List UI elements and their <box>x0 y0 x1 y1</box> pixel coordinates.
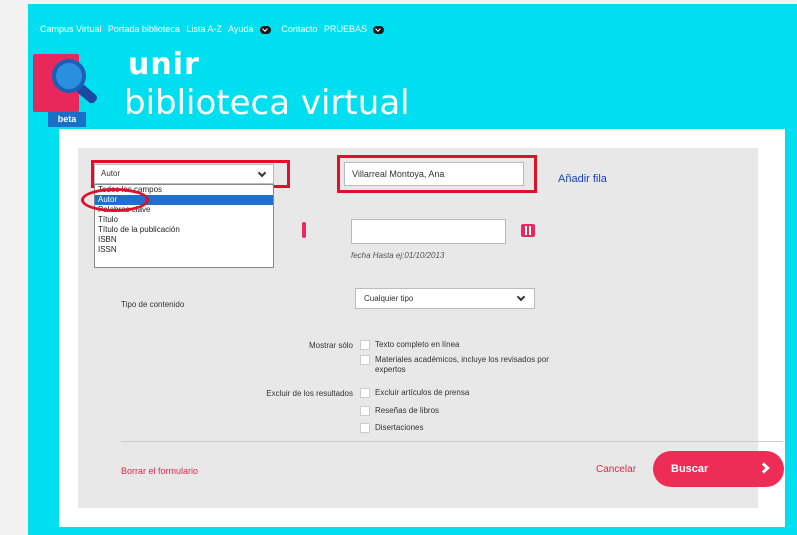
dropdown-option[interactable]: Título <box>95 215 273 225</box>
search-button-label: Buscar <box>671 463 709 475</box>
search-button[interactable]: Buscar <box>653 451 784 487</box>
date-to-input[interactable] <box>351 219 506 244</box>
advanced-search-form: Autor Todos los campos Autor Palabras cl… <box>78 148 784 508</box>
top-navigation: Campus Virtual Portada biblioteca Lista … <box>40 24 392 34</box>
dropdown-option[interactable]: ISSN <box>95 245 273 255</box>
magnifier-icon <box>52 59 86 93</box>
nav-contacto[interactable]: Contacto <box>281 24 317 34</box>
highlight-oval-autor <box>81 188 149 212</box>
content-type-value: Cualquier tipo <box>364 294 414 303</box>
nav-lista-a-z[interactable]: Lista A-Z <box>186 24 222 34</box>
calendar-icon[interactable] <box>521 224 535 237</box>
academic-label: Materiales académicos, incluye los revis… <box>375 355 549 374</box>
form-divider <box>121 441 783 442</box>
nav-portada-biblioteca[interactable]: Portada biblioteca <box>108 24 180 34</box>
dissertations-label: Disertaciones <box>375 423 424 432</box>
nav-pruebas[interactable]: PRUEBAS <box>324 24 389 34</box>
full-text-label: Texto completo en línea <box>375 340 460 349</box>
nav-pruebas-label: PRUEBAS <box>323 24 367 34</box>
book-reviews-label: Reseñas de libros <box>375 406 440 415</box>
chevron-down-icon <box>516 292 526 302</box>
add-row-link[interactable]: Añadir fila <box>558 173 607 185</box>
checkbox-full-text[interactable] <box>360 340 370 350</box>
brand-biblioteca-virtual: biblioteca virtual <box>124 83 410 123</box>
beta-badge: beta <box>48 112 86 127</box>
dropdown-option[interactable]: ISBN <box>95 235 273 245</box>
chevron-down-icon <box>373 25 385 34</box>
content-type-label: Tipo de contenido <box>121 300 185 309</box>
exclude-label: Excluir de los resultados <box>266 389 353 398</box>
clear-form-link[interactable]: Borrar el formulario <box>121 466 198 476</box>
show-only-label: Mostrar sólo <box>308 341 353 350</box>
library-logo[interactable]: beta <box>28 49 99 127</box>
cancel-link[interactable]: Cancelar <box>596 464 636 475</box>
date-hint: fecha Hasta ej:01/10/2013 <box>351 251 445 260</box>
nav-campus-virtual[interactable]: Campus Virtual <box>40 24 101 34</box>
app-window: Campus Virtual Portada biblioteca Lista … <box>28 4 797 535</box>
date-from-calendar-edge <box>302 222 306 238</box>
dropdown-option[interactable]: Título de la publicación <box>95 225 273 235</box>
exclude-press-label: Excluir artículos de prensa <box>375 388 470 397</box>
checkbox-academic[interactable] <box>360 355 370 365</box>
content-type-select[interactable]: Cualquier tipo <box>355 288 535 309</box>
highlight-box-author-input <box>337 155 537 193</box>
nav-ayuda-label: Ayuda <box>228 24 254 34</box>
checkbox-exclude-press[interactable] <box>360 388 370 398</box>
nav-ayuda[interactable]: Ayuda <box>228 24 275 34</box>
chevron-right-icon <box>758 462 770 474</box>
chevron-down-icon <box>259 25 271 34</box>
brand-unir: unir <box>128 47 200 82</box>
checkbox-dissertations[interactable] <box>360 423 370 433</box>
checkbox-book-reviews[interactable] <box>360 406 370 416</box>
